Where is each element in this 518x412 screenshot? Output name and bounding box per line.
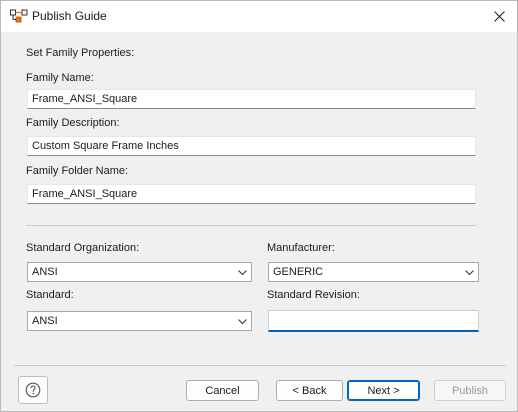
close-button[interactable] (481, 1, 517, 32)
standard-organization-select[interactable]: ANSI (27, 262, 252, 282)
window-title: Publish Guide (32, 9, 107, 23)
family-name-input[interactable] (27, 89, 476, 109)
chevron-down-icon (238, 319, 247, 325)
family-description-label: Family Description: (26, 117, 120, 129)
chevron-down-icon (465, 270, 474, 276)
section-divider (26, 225, 476, 226)
section-heading: Set Family Properties: (26, 47, 135, 59)
standard-label: Standard: (26, 289, 74, 301)
standard-select[interactable]: ANSI (27, 311, 252, 331)
manufacturer-label: Manufacturer: (267, 242, 335, 254)
family-folder-name-input[interactable] (27, 184, 476, 204)
help-icon (25, 382, 41, 398)
publish-guide-app-icon (10, 9, 28, 23)
cancel-button[interactable]: Cancel (186, 380, 259, 401)
publish-button[interactable]: Publish (434, 380, 506, 401)
manufacturer-value: GENERIC (273, 266, 324, 278)
standard-organization-label: Standard Organization: (26, 242, 140, 254)
standard-revision-input[interactable] (268, 310, 479, 332)
title-bar: Publish Guide (1, 1, 517, 32)
help-button[interactable] (18, 376, 48, 404)
family-description-input[interactable] (27, 136, 476, 156)
publish-guide-dialog: Publish Guide Set Family Properties: Fam… (0, 0, 518, 412)
standard-value: ANSI (32, 315, 58, 327)
back-button[interactable]: < Back (276, 380, 343, 401)
footer-divider (14, 365, 506, 366)
family-folder-name-label: Family Folder Name: (26, 165, 129, 177)
standard-revision-label: Standard Revision: (267, 289, 360, 301)
manufacturer-select[interactable]: GENERIC (268, 262, 479, 282)
next-button[interactable]: Next > (347, 380, 420, 401)
close-icon (493, 11, 505, 22)
standard-organization-value: ANSI (32, 266, 58, 278)
family-name-label: Family Name: (26, 72, 94, 84)
chevron-down-icon (238, 270, 247, 276)
